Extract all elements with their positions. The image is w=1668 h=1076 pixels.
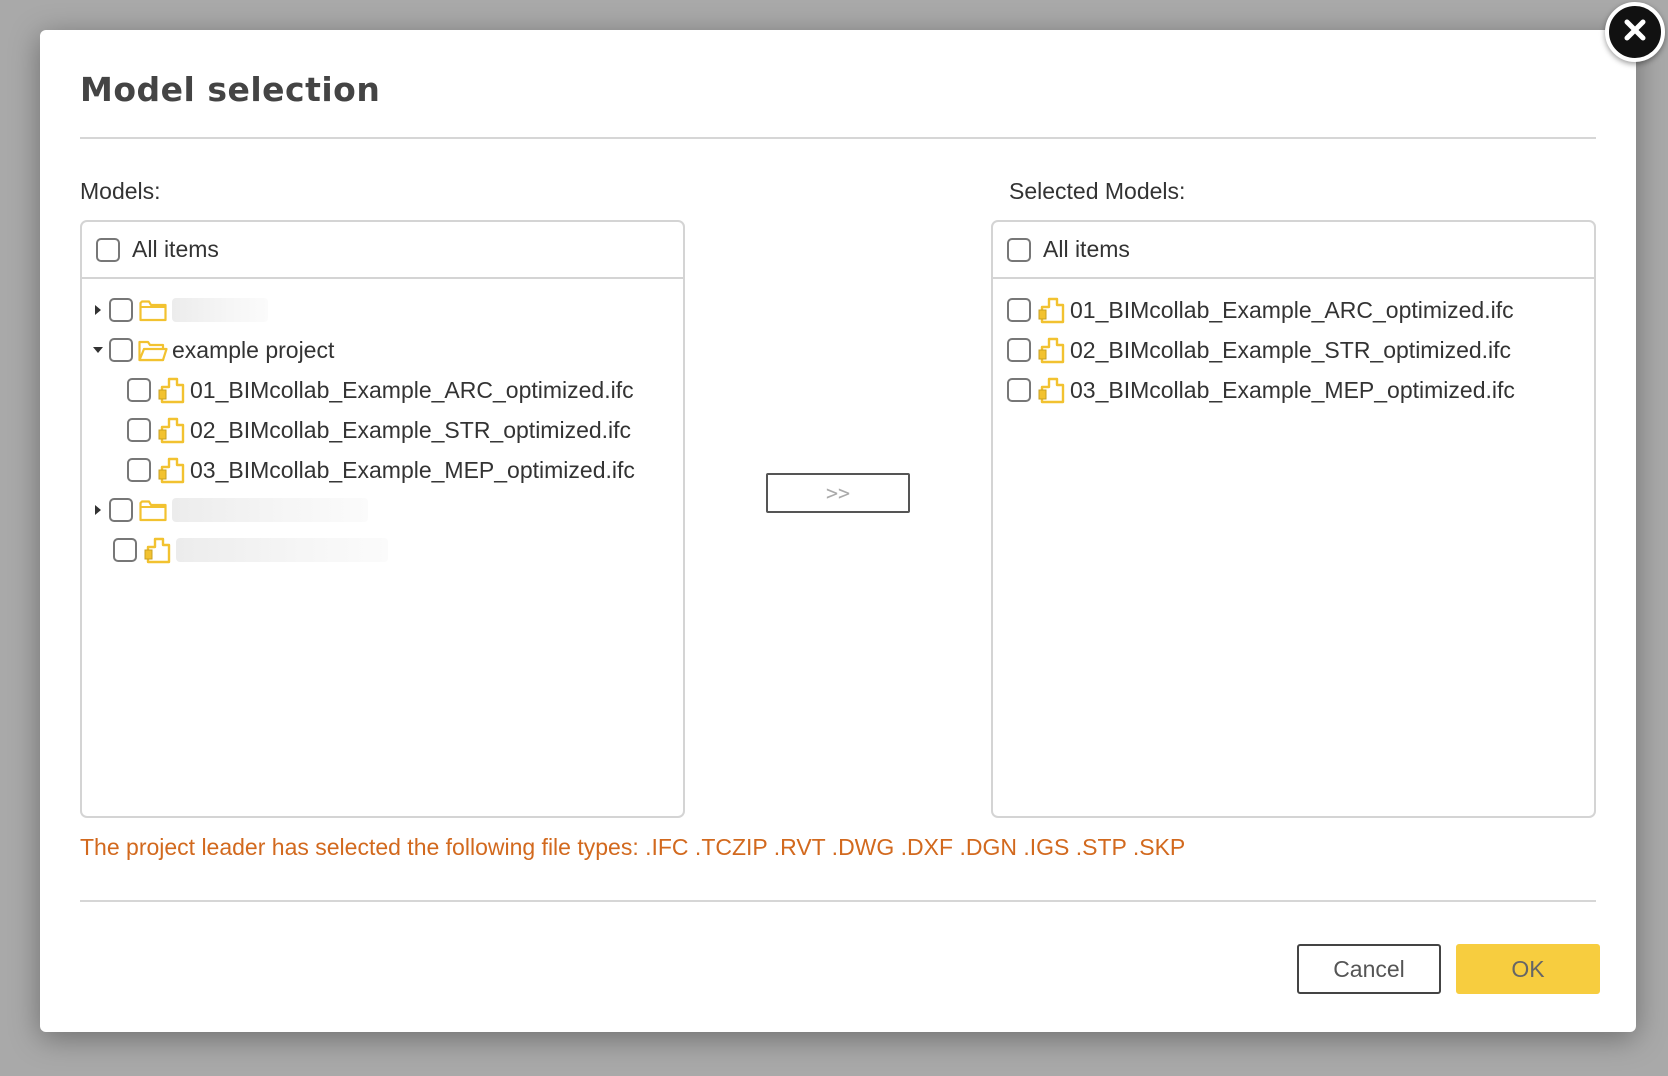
footer-divider [80, 900, 1596, 902]
model-selection-dialog: Model selection Models: Selected Models:… [40, 30, 1636, 1032]
selected-all-items-row[interactable]: All items [993, 222, 1594, 279]
tree-row-file[interactable]: 02_BIMcollab_Example_STR_optimized.ifc [82, 410, 683, 450]
tree-row-file[interactable]: 03_BIMcollab_Example_MEP_optimized.ifc [82, 450, 683, 490]
close-icon [1622, 17, 1648, 48]
tree-row-file[interactable]: 01_BIMcollab_Example_ARC_optimized.ifc [82, 370, 683, 410]
selected-model-checkbox[interactable] [1007, 338, 1031, 362]
redacted-folder-name [172, 298, 268, 322]
tree-row[interactable] [82, 490, 683, 530]
tree-row-checkbox[interactable] [127, 418, 151, 442]
tree-row-checkbox[interactable] [109, 498, 133, 522]
selected-model-checkbox[interactable] [1007, 378, 1031, 402]
tree-row-checkbox[interactable] [127, 378, 151, 402]
dialog-title: Model selection [80, 70, 381, 109]
selected-models-panel: All items 01_BIMcollab_Example_ARC_optim… [991, 220, 1596, 818]
tree-row[interactable] [82, 290, 683, 330]
file-types-notice: The project leader has selected the foll… [80, 834, 1186, 860]
tree-row-checkbox[interactable] [109, 338, 133, 362]
close-button[interactable] [1605, 2, 1665, 62]
tree-row-label: 03_BIMcollab_Example_MEP_optimized.ifc [190, 456, 635, 483]
caret-right-icon[interactable] [87, 299, 109, 321]
tree-row-label: example project [172, 336, 335, 363]
models-label: Models: [80, 178, 161, 204]
folder-icon [138, 295, 168, 325]
folder-icon [138, 495, 168, 525]
model-file-icon [142, 535, 172, 565]
tree-row-checkbox[interactable] [113, 538, 137, 562]
selected-all-items-checkbox[interactable] [1007, 237, 1031, 262]
selected-all-items-label: All items [1043, 236, 1130, 262]
redacted-folder-name [172, 498, 368, 522]
tree-row-label: 02_BIMcollab_Example_STR_optimized.ifc [190, 416, 632, 443]
caret-down-icon[interactable] [87, 339, 109, 361]
cancel-button[interactable]: Cancel [1297, 944, 1441, 994]
caret-right-icon[interactable] [87, 499, 109, 521]
models-panel: All items example project 01_BIMcollab_E… [80, 220, 685, 818]
model-file-icon [1036, 375, 1066, 405]
redacted-file-name [176, 538, 388, 562]
selected-model-label: 01_BIMcollab_Example_ARC_optimized.ifc [1070, 296, 1514, 323]
folder-open-icon [138, 335, 168, 365]
tree-row-checkbox[interactable] [127, 458, 151, 482]
tree-row-file[interactable] [82, 530, 683, 570]
move-to-selected-button[interactable]: >> [766, 473, 910, 513]
model-file-icon [156, 415, 186, 445]
tree-row-checkbox[interactable] [109, 298, 133, 322]
ok-button[interactable]: OK [1456, 944, 1600, 994]
selected-model-label: 03_BIMcollab_Example_MEP_optimized.ifc [1070, 376, 1515, 403]
models-tree: example project 01_BIMcollab_Example_ARC… [82, 279, 683, 570]
models-all-items-label: All items [132, 236, 219, 262]
tree-row-example-project[interactable]: example project [82, 330, 683, 370]
title-divider [80, 137, 1596, 139]
selected-model-checkbox[interactable] [1007, 298, 1031, 322]
tree-row-label: 01_BIMcollab_Example_ARC_optimized.ifc [190, 376, 634, 403]
models-all-items-row[interactable]: All items [82, 222, 683, 279]
selected-model-row[interactable]: 01_BIMcollab_Example_ARC_optimized.ifc [993, 290, 1594, 330]
model-file-icon [156, 375, 186, 405]
model-file-icon [1036, 335, 1066, 365]
selected-model-row[interactable]: 03_BIMcollab_Example_MEP_optimized.ifc [993, 370, 1594, 410]
model-file-icon [156, 455, 186, 485]
models-all-items-checkbox[interactable] [96, 237, 120, 262]
selected-models-list: 01_BIMcollab_Example_ARC_optimized.ifc 0… [993, 279, 1594, 410]
selected-models-label: Selected Models: [1009, 178, 1186, 204]
selected-model-row[interactable]: 02_BIMcollab_Example_STR_optimized.ifc [993, 330, 1594, 370]
model-file-icon [1036, 295, 1066, 325]
selected-model-label: 02_BIMcollab_Example_STR_optimized.ifc [1070, 336, 1512, 363]
